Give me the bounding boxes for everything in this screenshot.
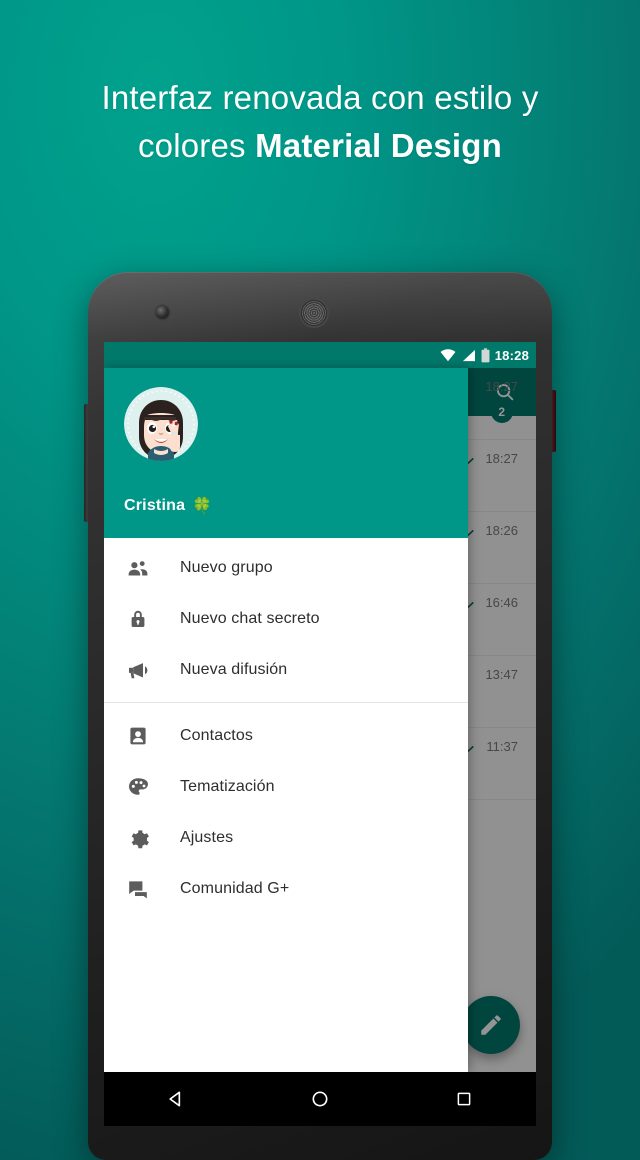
phone-screen: 18:27 2 18:27 18:26 16:46 13:47 11:37 18…	[104, 342, 536, 1072]
drawer-item-label: Nuevo grupo	[180, 558, 273, 576]
back-triangle-icon[interactable]	[154, 1077, 198, 1121]
lock-icon	[125, 606, 151, 632]
avatar[interactable]	[124, 387, 198, 461]
front-camera-icon	[156, 306, 169, 319]
drawer-item-label: Nuevo chat secreto	[180, 609, 320, 627]
promo-headline: Interfaz renovada con estilo y colores M…	[0, 74, 640, 170]
drawer-item-nueva-difusi-n[interactable]: Nueva difusión	[104, 644, 468, 695]
user-avatar-icon	[124, 387, 198, 461]
drawer-item-contactos[interactable]: Contactos	[104, 710, 468, 761]
drawer-header[interactable]: Cristina 🍀	[104, 368, 468, 538]
drawer-divider	[104, 702, 468, 703]
drawer-menu-group-secondary: Contactos Tematización Ajustes Comunidad G+	[104, 710, 468, 914]
drawer-item-label: Comunidad G+	[180, 879, 290, 897]
contact-card-icon	[125, 723, 151, 749]
profile-name: Cristina 🍀	[124, 496, 212, 516]
headline-line-2-strong: Material Design	[255, 127, 503, 164]
wifi-icon	[440, 348, 456, 361]
lock-icon	[131, 610, 145, 627]
headline-line-2-plain: colores	[137, 127, 256, 164]
contact-card-icon	[130, 727, 146, 744]
megaphone-icon	[125, 657, 151, 683]
palette-icon	[125, 774, 151, 800]
phone-body: 18:27 2 18:27 18:26 16:46 13:47 11:37 18…	[88, 272, 552, 1160]
megaphone-icon	[129, 662, 148, 678]
status-bar: 18:28	[104, 342, 536, 368]
drawer-menu-group-primary: Nuevo grupo Nuevo chat secreto Nueva difus…	[104, 542, 468, 695]
signal-icon	[462, 349, 475, 361]
headline-line-1: Interfaz renovada con estilo y	[101, 79, 539, 116]
drawer-menu-list: Nuevo grupo Nuevo chat secreto Nueva difus…	[104, 538, 468, 1072]
recents-square-icon[interactable]	[442, 1077, 486, 1121]
palette-icon	[129, 777, 148, 795]
drawer-item-nuevo-grupo[interactable]: Nuevo grupo	[104, 542, 468, 593]
navigation-drawer: Cristina 🍀 Nuevo grupo Nuevo chat secreto…	[104, 368, 468, 1072]
home-circle-icon[interactable]	[298, 1077, 342, 1121]
clover-emoji-icon: 🍀	[192, 498, 213, 515]
status-bar-icons: 18:28	[440, 348, 529, 363]
drawer-item-nuevo-chat-secreto[interactable]: Nuevo chat secreto	[104, 593, 468, 644]
profile-name-text: Cristina	[124, 497, 186, 514]
people-icon	[128, 560, 148, 575]
status-bar-clock: 18:28	[494, 347, 529, 363]
chat-bubbles-icon	[129, 880, 147, 898]
people-icon	[125, 555, 151, 581]
gear-icon	[125, 825, 151, 851]
battery-icon	[481, 347, 490, 362]
gear-icon	[131, 829, 149, 848]
drawer-item-label: Nueva difusión	[180, 660, 288, 678]
chat-bubbles-icon	[125, 876, 151, 902]
drawer-item-label: Tematización	[180, 777, 275, 795]
android-navigation-bar	[104, 1072, 536, 1126]
drawer-item-ajustes[interactable]: Ajustes	[104, 812, 468, 863]
drawer-item-label: Ajustes	[180, 828, 234, 846]
phone-mockup: 18:27 2 18:27 18:26 16:46 13:47 11:37 18…	[84, 272, 556, 1160]
headline-line-2: colores Material Design	[0, 122, 640, 170]
drawer-item-label: Contactos	[180, 726, 253, 744]
earpiece-speaker-icon	[301, 300, 327, 326]
drawer-item-comunidad-g[interactable]: Comunidad G+	[104, 863, 468, 914]
drawer-item-tematizaci-n[interactable]: Tematización	[104, 761, 468, 812]
